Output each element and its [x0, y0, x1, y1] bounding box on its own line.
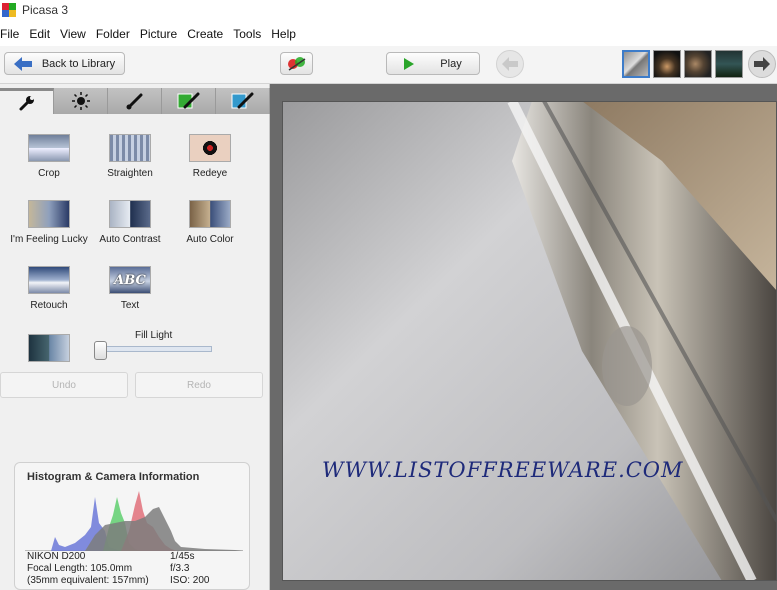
left-arrow-icon	[502, 57, 518, 71]
camera-info-right: 1/45s f/3.3 ISO: 200	[170, 551, 209, 587]
focal-length: Focal Length: 105.0mm	[27, 563, 133, 574]
menu-edit[interactable]: Edit	[29, 27, 58, 41]
blue-brush-icon	[231, 92, 253, 109]
filmstrip-thumbnail-3[interactable]	[684, 50, 712, 78]
straighten-tool[interactable]: Straighten	[85, 134, 175, 179]
aperture: f/3.3	[170, 563, 190, 574]
redeye-tool[interactable]: Redeye	[165, 134, 255, 179]
fill-light-slider-thumb[interactable]	[94, 341, 107, 360]
menu-file[interactable]: File	[0, 27, 27, 41]
auto-contrast-label: Auto Contrast	[99, 234, 161, 245]
lucky-label: I'm Feeling Lucky	[10, 234, 88, 245]
effects-button[interactable]	[280, 52, 313, 75]
title-bar: Picasa 3	[0, 0, 777, 20]
auto-color-tool[interactable]: Auto Color	[165, 200, 255, 245]
text-tool[interactable]: ABC Text	[85, 266, 175, 311]
iso: ISO: 200	[170, 575, 210, 586]
tab-basic-fixes[interactable]	[0, 88, 54, 114]
histogram-title: Histogram & Camera Information	[27, 471, 200, 483]
auto-contrast-tool[interactable]: Auto Contrast	[85, 200, 175, 245]
effects-icon	[287, 56, 305, 71]
fill-light-icon	[28, 334, 70, 362]
edit-panel: Crop Straighten Redeye I'm Feeling Lucky…	[0, 84, 270, 590]
histogram-graph	[25, 491, 243, 551]
redo-button[interactable]: Redo	[135, 372, 263, 398]
lucky-icon	[28, 200, 70, 228]
crop-label: Crop	[38, 168, 60, 179]
play-icon	[404, 57, 415, 70]
menu-bar: File Edit View Folder Picture Create Too…	[0, 24, 306, 44]
play-label: Play	[440, 57, 462, 70]
back-arrow-icon	[13, 56, 32, 71]
text-icon: ABC	[109, 266, 151, 294]
text-icon-glyph: ABC	[114, 272, 146, 288]
undo-button[interactable]: Undo	[0, 372, 128, 398]
crop-icon	[28, 134, 70, 162]
text-label: Text	[120, 300, 140, 311]
auto-color-icon	[189, 200, 231, 228]
shutter-speed: 1/45s	[170, 551, 195, 562]
fill-light-label: Fill Light	[135, 330, 173, 341]
green-brush-icon	[177, 92, 199, 109]
redo-label: Redo	[187, 379, 211, 391]
wrench-icon	[19, 95, 34, 110]
previous-photo-button[interactable]	[496, 50, 524, 78]
sun-icon	[71, 92, 90, 110]
tab-effects-1[interactable]	[108, 88, 162, 114]
menu-help[interactable]: Help	[271, 27, 304, 41]
filmstrip-thumbnail-4[interactable]	[715, 50, 743, 78]
edit-tabs	[0, 88, 270, 114]
menu-folder[interactable]: Folder	[96, 27, 138, 41]
watermark-text: WWW.LISTOFFREEWARE.COM	[322, 458, 684, 482]
back-to-library-label: Back to Library	[41, 57, 116, 70]
straighten-label: Straighten	[107, 168, 153, 179]
auto-color-label: Auto Color	[186, 234, 234, 245]
retouch-tool[interactable]: Retouch	[4, 266, 94, 311]
menu-create[interactable]: Create	[187, 27, 231, 41]
window-title: Picasa 3	[22, 3, 69, 17]
menu-view[interactable]: View	[60, 27, 94, 41]
next-photo-button[interactable]	[748, 50, 776, 78]
crop-tool[interactable]: Crop	[4, 134, 94, 179]
redeye-icon	[189, 134, 231, 162]
play-slideshow-button[interactable]: Play	[386, 52, 480, 75]
menu-tools[interactable]: Tools	[233, 27, 269, 41]
back-to-library-button[interactable]: Back to Library	[4, 52, 125, 75]
camera-model: NIKON D200	[27, 551, 86, 562]
retouch-icon	[28, 266, 70, 294]
undo-label: Undo	[52, 379, 76, 391]
focal-equivalent: (35mm equivalent: 157mm)	[27, 575, 149, 586]
tab-effects-2[interactable]	[162, 88, 216, 114]
picasa-logo-icon	[2, 3, 16, 17]
redeye-label: Redeye	[192, 168, 228, 179]
brush-icon	[126, 93, 142, 110]
auto-contrast-icon	[109, 200, 151, 228]
photo-image	[282, 101, 777, 581]
photo-canvas[interactable]	[282, 101, 777, 581]
tab-effects-3[interactable]	[216, 88, 270, 114]
tab-tuning[interactable]	[54, 88, 108, 114]
fill-light-slider-track[interactable]	[94, 346, 212, 352]
histogram-panel: Histogram & Camera Information NIKON D20…	[14, 462, 250, 590]
im-feeling-lucky-tool[interactable]: I'm Feeling Lucky	[4, 200, 94, 245]
filmstrip	[622, 50, 743, 78]
right-arrow-icon	[754, 57, 770, 71]
menu-picture[interactable]: Picture	[140, 27, 185, 41]
camera-info-left: NIKON D200 Focal Length: 105.0mm (35mm e…	[27, 551, 149, 587]
filmstrip-thumbnail-2[interactable]	[653, 50, 681, 78]
retouch-label: Retouch	[30, 300, 68, 311]
straighten-icon	[109, 134, 151, 162]
filmstrip-thumbnail-1[interactable]	[622, 50, 650, 78]
